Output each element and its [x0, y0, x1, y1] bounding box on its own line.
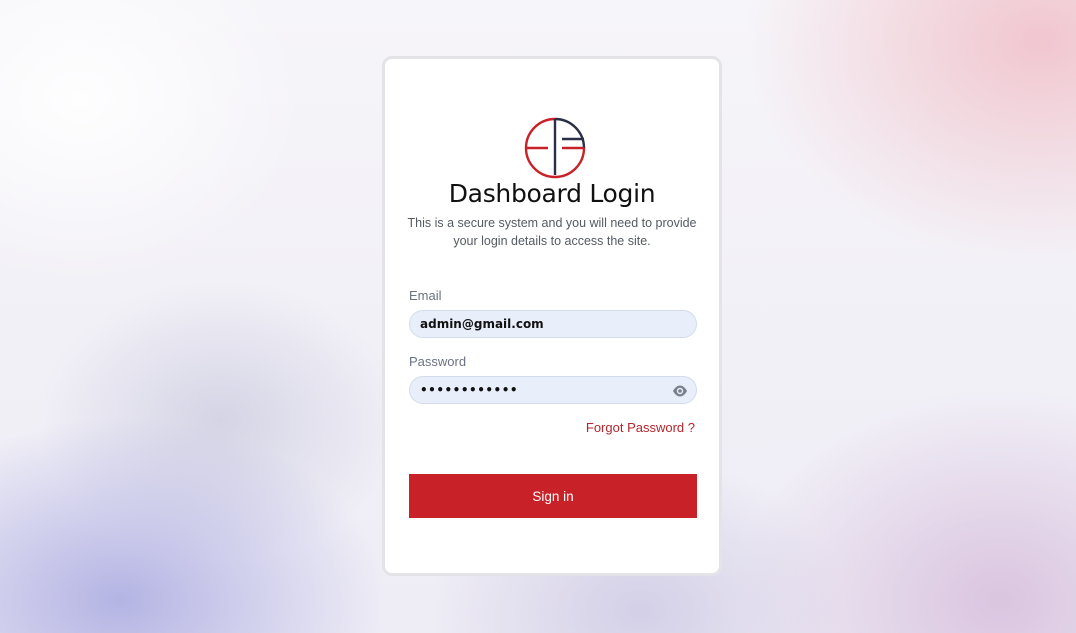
email-value: admin@gmail.com [420, 317, 544, 331]
logo-icon [524, 117, 586, 179]
eye-icon[interactable] [672, 384, 688, 398]
page-title: Dashboard Login [448, 179, 656, 208]
login-card: Dashboard Login This is a secure system … [382, 56, 722, 576]
forgot-password-link[interactable]: Forgot Password ? [586, 420, 695, 435]
password-field[interactable]: •••••••••••• [409, 376, 697, 404]
password-label: Password [409, 354, 467, 369]
password-value: •••••••••••• [420, 383, 519, 397]
email-field[interactable]: admin@gmail.com [409, 310, 697, 338]
sign-in-button[interactable]: Sign in [409, 474, 697, 518]
email-label: Email [409, 288, 442, 303]
page-subtitle: This is a secure system and you will nee… [407, 216, 697, 248]
